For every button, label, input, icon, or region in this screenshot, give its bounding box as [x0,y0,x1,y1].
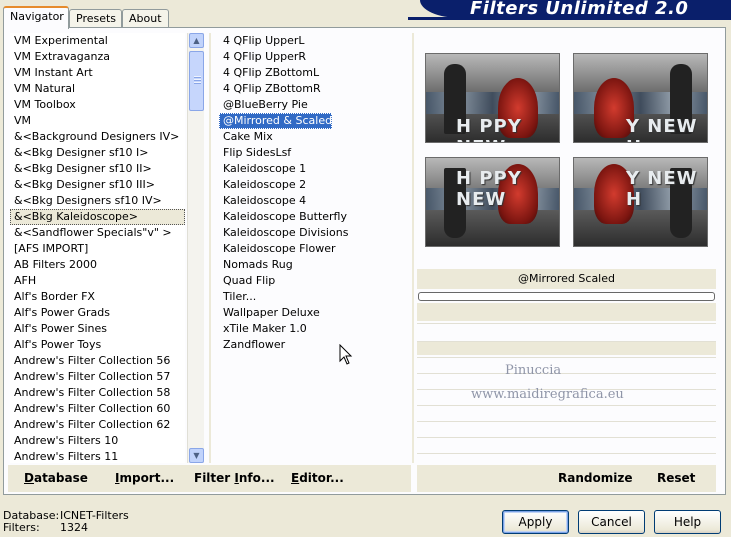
category-item[interactable]: &<Bkg Designer sf10 I> [10,145,185,161]
tab-about[interactable]: About [122,9,169,28]
database-button[interactable]: Database [24,471,88,485]
watermark-name: Pinuccia [505,363,562,378]
apply-button[interactable]: Apply [502,510,569,534]
category-item[interactable]: VM Toolbox [10,97,185,113]
filter-item[interactable]: Kaleidoscope Flower [219,241,336,257]
filter-item[interactable]: Nomads Rug [219,257,293,273]
category-item[interactable]: &<Bkg Designers sf10 IV> [10,193,185,209]
list-divider [209,33,211,463]
category-item[interactable]: [AFS IMPORT] [10,241,185,257]
category-item[interactable]: AB Filters 2000 [10,257,185,273]
category-item[interactable]: VM Natural [10,81,185,97]
tab-presets[interactable]: Presets [69,9,122,28]
filter-item[interactable]: Kaleidoscope 2 [219,177,306,193]
banner-stripe [408,17,731,20]
category-item[interactable]: &<Background Designers IV> [10,129,185,145]
watermark-url: www.maidiregrafica.eu [471,387,624,402]
help-button[interactable]: Help [654,510,721,534]
preview-filter-name: @Mirrored Scaled [417,269,716,289]
preview-thumbnail-top-right: Y NEW H [573,53,708,143]
category-item[interactable]: Alf's Power Toys [10,337,185,353]
filter-item[interactable]: Flip SidesLsf [219,145,291,161]
reset-button[interactable]: Reset [657,471,695,485]
cancel-button[interactable]: Cancel [578,510,645,534]
filter-item[interactable]: @BlueBerry Pie [219,97,308,113]
filter-item[interactable]: Kaleidoscope Butterfly [219,209,347,225]
filter-item[interactable]: Kaleidoscope 1 [219,161,306,177]
scroll-up-icon[interactable]: ▲ [189,33,204,48]
category-item[interactable]: VM Experimental [10,33,185,49]
category-item[interactable]: &<Sandflower Specials"v" > [10,225,185,241]
filter-item[interactable]: Wallpaper Deluxe [219,305,320,321]
category-scrollbar[interactable]: ▲ ▼ [187,33,204,463]
filters-count-value: 1324 [60,521,88,534]
category-item[interactable]: AFH [10,273,185,289]
filter-item[interactable]: Kaleidoscope Divisions [219,225,348,241]
filter-item[interactable]: @Mirrored & Scaled [219,113,333,129]
category-item[interactable]: Andrew's Filters 11 [10,449,185,463]
filter-info-button[interactable]: Filter Info... [194,471,275,485]
scroll-thumb[interactable] [189,51,204,111]
right-toolbar: Randomize Reset [417,465,716,492]
filter-list[interactable]: 4 QFlip UpperL 4 QFlip UpperR 4 QFlip ZBot… [219,33,409,463]
category-list[interactable]: VM Experimental VM Extravaganza VM Instant… [10,33,185,463]
category-item[interactable]: Alf's Power Sines [10,321,185,337]
preview-thumbnail-bottom-left: H PPY NEW [425,157,560,247]
preview-area: H PPY NEW Y NEW H H PPY NEW Y NEW H [417,33,716,267]
filter-item[interactable]: 4 QFlip UpperL [219,33,305,49]
category-item[interactable]: VM Instant Art [10,65,185,81]
category-item[interactable]: Alf's Border FX [10,289,185,305]
category-item[interactable]: &<Bkg Kaleidoscope> [10,209,185,225]
category-item[interactable]: &<Bkg Designer sf10 II> [10,161,185,177]
filter-item[interactable]: Tiler... [219,289,256,305]
filter-item[interactable]: 4 QFlip ZBottomL [219,65,319,81]
tab-navigator[interactable]: Navigator [3,6,69,29]
filter-item[interactable]: 4 QFlip UpperR [219,49,306,65]
category-item[interactable]: Andrew's Filter Collection 56 [10,353,185,369]
category-item[interactable]: Andrew's Filter Collection 60 [10,401,185,417]
filter-item[interactable]: Cake Mix [219,129,273,145]
filter-item[interactable]: 4 QFlip ZBottomR [219,81,321,97]
randomize-button[interactable]: Randomize [558,471,632,485]
preview-thumbnail-top-left: H PPY NEW [425,53,560,143]
category-item[interactable]: Andrew's Filter Collection 57 [10,369,185,385]
filter-item[interactable]: Quad Flip [219,273,275,289]
scroll-down-icon[interactable]: ▼ [189,448,204,463]
filter-item[interactable]: Zandflower [219,337,285,353]
filter-item[interactable]: xTile Maker 1.0 [219,321,307,337]
import-button[interactable]: Import... [115,471,174,485]
preview-thumbnail-bottom-right: Y NEW H [573,157,708,247]
category-item[interactable]: Andrew's Filter Collection 58 [10,385,185,401]
app-title: Filters Unlimited 2.0 [470,0,689,18]
status-area: Database:ICNET-Filters Filters: 1324 [3,510,129,534]
category-item[interactable]: VM Extravaganza [10,49,185,65]
category-item[interactable]: &<Bkg Designer sf10 III> [10,177,185,193]
category-item[interactable]: VM [10,113,185,129]
category-item[interactable]: Alf's Power Grads [10,305,185,321]
category-item[interactable]: Andrew's Filters 10 [10,433,185,449]
filters-count-label: Filters: [3,521,40,534]
header-banner: Filters Unlimited 2.0 [420,0,731,18]
filter-parameters-area: Pinuccia www.maidiregrafica.eu [417,303,716,463]
progress-bar [418,292,715,301]
filter-item[interactable]: Kaleidoscope 4 [219,193,306,209]
left-toolbar: Database Import... Filter Info... Editor… [8,465,411,492]
editor-button[interactable]: Editor... [291,471,344,485]
category-item[interactable]: Andrew's Filter Collection 62 [10,417,185,433]
preview-divider [412,33,414,463]
mouse-cursor-icon [339,344,353,365]
